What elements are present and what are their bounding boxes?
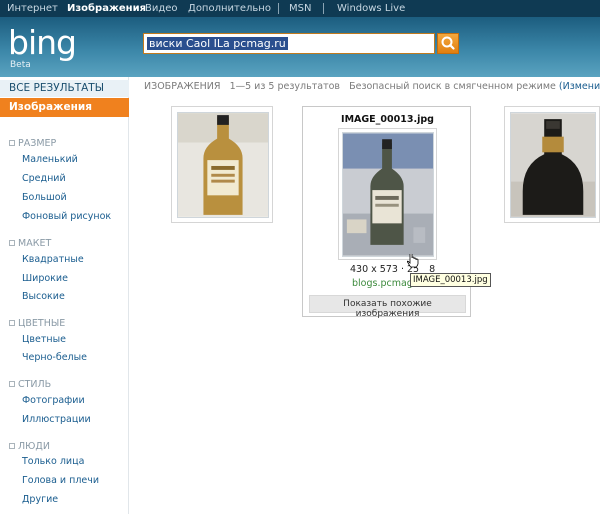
filter-group-layout[interactable]: МАКЕТ [9, 238, 51, 249]
nav-separator [278, 3, 279, 14]
filter-faces[interactable]: Только лица [22, 456, 84, 467]
whisky-bottle-photo [342, 132, 434, 257]
collapse-bullet-icon [9, 381, 15, 387]
change-safe-search-link[interactable]: (Изменить) [559, 81, 600, 92]
search-button[interactable] [437, 33, 459, 54]
filter-group-style[interactable]: СТИЛЬ [9, 379, 51, 390]
bing-logo[interactable]: bing [8, 23, 77, 62]
logo-beta-label: Beta [10, 60, 31, 70]
image-preview[interactable] [338, 128, 437, 260]
filter-group-color[interactable]: ЦВЕТНЫЕ [9, 318, 65, 329]
bottle-closeup-photo [510, 112, 596, 218]
nav-internet[interactable]: Интернет [7, 3, 58, 14]
similar-images-button[interactable]: Показать похожие изображения [309, 295, 466, 319]
nav-msn[interactable]: MSN [289, 3, 311, 14]
filter-small[interactable]: Маленький [22, 154, 78, 165]
whisky-bottle-photo [177, 112, 269, 218]
image-filename[interactable]: IMAGE_00013.jpg [303, 114, 472, 125]
hand-cursor-icon [407, 254, 419, 268]
nav-windows-live[interactable]: Windows Live [337, 3, 405, 14]
nav-more[interactable]: Дополнительно [188, 3, 271, 14]
results-area: ИЗОБРАЖЕНИЯ 1—5 из 5 результатов Безопас… [130, 77, 600, 514]
collapse-bullet-icon [9, 320, 15, 326]
search-icon [441, 36, 455, 50]
nav-separator [323, 3, 324, 14]
filter-illustration[interactable]: Иллюстрации [22, 414, 91, 425]
safe-search-status: Безопасный поиск в смягченном режиме [349, 81, 556, 92]
collapse-bullet-icon [9, 443, 15, 449]
results-label: ИЗОБРАЖЕНИЯ [144, 81, 221, 92]
filter-wallpaper[interactable]: Фоновый рисунок [22, 211, 111, 222]
header: bing Beta виски Caol ILa pcmag.ru [0, 17, 600, 77]
search-query: виски Caol ILa pcmag.ru [147, 37, 288, 50]
search-input[interactable]: виски Caol ILa pcmag.ru [143, 33, 435, 54]
images-selected[interactable]: Изображения [0, 98, 129, 117]
filter-photo[interactable]: Фотографии [22, 395, 85, 406]
results-count: 1—5 из 5 результатов [229, 81, 341, 92]
filter-tall[interactable]: Высокие [22, 291, 65, 302]
results-info-bar: ИЗОБРАЖЕНИЯ 1—5 из 5 результатов Безопас… [144, 81, 600, 92]
filter-other[interactable]: Другие [22, 494, 58, 505]
filter-sidebar: ВСЕ РЕЗУЛЬТАТЫ Изображения РАЗМЕР Малень… [0, 77, 129, 514]
nav-images[interactable]: Изображения [67, 3, 146, 14]
top-nav-bar: Интернет Изображения Видео Дополнительно… [0, 0, 600, 17]
filter-large[interactable]: Большой [22, 192, 67, 203]
all-results-link[interactable]: ВСЕ РЕЗУЛЬТАТЫ [0, 80, 129, 97]
filter-bw[interactable]: Черно-белые [22, 352, 87, 363]
filename-tooltip: IMAGE_00013.jpg [410, 273, 491, 287]
filter-wide[interactable]: Широкие [22, 273, 68, 284]
filter-color[interactable]: Цветные [22, 334, 66, 345]
collapse-bullet-icon [9, 240, 15, 246]
filter-group-people[interactable]: ЛЮДИ [9, 441, 50, 452]
filter-group-size[interactable]: РАЗМЕР [9, 138, 56, 149]
filter-square[interactable]: Квадратные [22, 254, 84, 265]
image-thumbnail[interactable] [171, 106, 273, 223]
image-source-link[interactable]: blogs.pcmag [352, 278, 413, 289]
collapse-bullet-icon [9, 140, 15, 146]
filter-medium[interactable]: Средний [22, 173, 66, 184]
filter-head-shoulders[interactable]: Голова и плечи [22, 475, 99, 486]
image-thumbnail[interactable] [504, 106, 600, 223]
nav-video[interactable]: Видео [145, 3, 178, 14]
